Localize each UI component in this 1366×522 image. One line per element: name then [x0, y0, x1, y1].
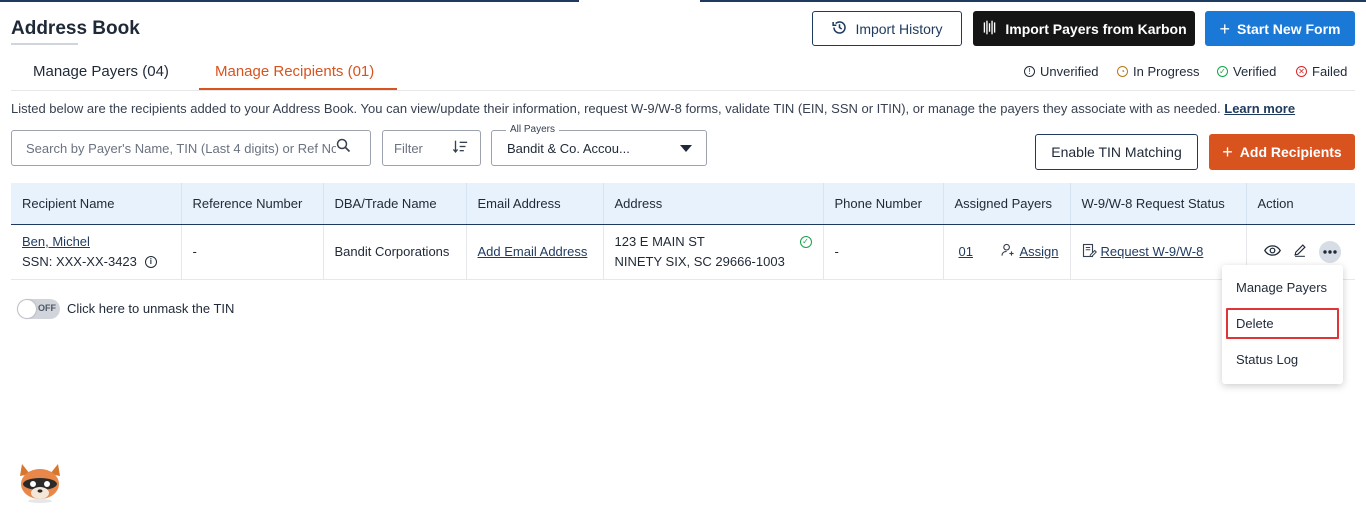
address-line1: 123 E MAIN ST [614, 234, 705, 249]
legend-verified-label: Verified [1233, 64, 1277, 79]
ssn-line: SSN: XXX-XX-3423 i [22, 254, 170, 269]
menu-item-delete[interactable]: Delete [1236, 316, 1274, 331]
check-circle-icon: ✓ [1217, 66, 1228, 77]
info-icon: ! [1024, 66, 1035, 77]
raccoon-mascot-icon[interactable] [16, 460, 64, 504]
enable-tin-matching-button[interactable]: Enable TIN Matching [1035, 134, 1198, 170]
action-dropdown-menu: Manage Payers Delete Status Log [1222, 265, 1343, 384]
history-icon [831, 19, 848, 39]
legend-in-progress: ◔ In Progress [1117, 64, 1199, 79]
info-text: Listed below are the recipients added to… [11, 101, 1221, 116]
user-plus-icon [1001, 243, 1015, 260]
recipient-name-cell: Ben, Michel SSN: XXX-XX-3423 i [11, 224, 182, 280]
toggle-state: OFF [38, 303, 56, 313]
request-w9-button[interactable]: Request W-9/W-8 [1082, 243, 1235, 261]
assign-label: Assign [1019, 244, 1059, 259]
legend-failed: ✕ Failed [1296, 64, 1347, 79]
payers-select-value: Bandit & Co. Accou... [507, 140, 630, 156]
caret-down-icon [680, 141, 692, 156]
sort-icon [452, 139, 469, 157]
info-icon[interactable]: i [144, 255, 157, 268]
filter-button[interactable]: Filter [382, 130, 481, 166]
karbon-logo-icon [981, 19, 998, 39]
payers-select-label: All Payers [506, 124, 560, 135]
tab-manage-recipients[interactable]: Manage Recipients (01) [215, 63, 374, 80]
add-recipients-label: Add Recipients [1239, 144, 1342, 160]
more-options-icon[interactable] [1318, 240, 1341, 263]
top-accent-line-right [700, 0, 1366, 2]
address-line2: NINETY SIX, SC 29666-1003 [614, 254, 785, 269]
search-icon[interactable] [336, 138, 351, 158]
add-email-link[interactable]: Add Email Address [478, 244, 588, 259]
table-header-row: Recipient Name Reference Number DBA/Trad… [11, 183, 1355, 225]
learn-more-link[interactable]: Learn more [1224, 101, 1295, 116]
add-recipients-button[interactable]: + Add Recipients [1209, 134, 1355, 170]
info-description: Listed below are the recipients added to… [11, 101, 1295, 116]
column-header: Email Address [466, 183, 604, 225]
address-cell: 123 E MAIN ST ✓ NINETY SIX, SC 29666-100… [603, 224, 824, 280]
assign-button[interactable]: Assign [1001, 243, 1059, 260]
start-new-form-label: Start New Form [1237, 20, 1341, 37]
ssn-text: SSN: XXX-XX-3423 [22, 254, 137, 269]
legend-in-progress-label: In Progress [1133, 64, 1200, 79]
import-history-label: Import History [855, 20, 943, 37]
recipient-name-link[interactable]: Ben, Michel [22, 234, 170, 249]
title-underline [11, 43, 78, 45]
phone-cell: - [823, 224, 944, 280]
dba-cell: Bandit Corporations [323, 224, 467, 280]
start-new-form-button[interactable]: + Start New Form [1205, 11, 1355, 46]
page-title: Address Book [11, 18, 140, 39]
assigned-payers-cell: 01 Assign [943, 224, 1071, 280]
table-row: Ben, Michel SSN: XXX-XX-3423 i - Bandit … [11, 224, 1355, 280]
clock-icon: ◔ [1117, 66, 1128, 77]
top-accent-line-left [0, 0, 579, 2]
reference-cell: - [181, 224, 324, 280]
legend-unverified-label: Unverified [1040, 64, 1099, 79]
column-header: Phone Number [823, 183, 944, 225]
column-header: W-9/W-8 Request Status [1070, 183, 1247, 225]
search-input[interactable] [26, 140, 336, 156]
legend-verified: ✓ Verified [1217, 64, 1276, 79]
filter-label: Filter [394, 140, 423, 156]
column-header: Assigned Payers [943, 183, 1071, 225]
toggle-knob [18, 300, 36, 318]
legend-unverified: ! Unverified [1024, 64, 1099, 79]
menu-item-manage-payers[interactable]: Manage Payers [1236, 280, 1327, 295]
column-header: DBA/Trade Name [323, 183, 467, 225]
column-header: Action [1246, 183, 1355, 225]
eye-icon[interactable] [1263, 244, 1281, 260]
email-cell: Add Email Address [466, 224, 604, 280]
column-header: Address [603, 183, 824, 225]
x-circle-icon: ✕ [1296, 66, 1307, 77]
import-history-button[interactable]: Import History [812, 11, 962, 46]
column-header: Reference Number [181, 183, 324, 225]
menu-item-status-log[interactable]: Status Log [1236, 352, 1298, 367]
unmask-tin-label: Click here to unmask the TIN [67, 301, 235, 316]
plus-icon: + [1219, 18, 1231, 39]
column-header: Recipient Name [11, 183, 182, 225]
plus-icon: + [1222, 142, 1233, 162]
recipients-table: Recipient Name Reference Number DBA/Trad… [11, 183, 1355, 280]
pencil-icon[interactable] [1293, 243, 1307, 260]
search-container [11, 130, 371, 166]
assigned-count-link[interactable]: 01 [959, 244, 973, 259]
request-w9-label: Request W-9/W-8 [1100, 244, 1204, 259]
legend-failed-label: Failed [1312, 64, 1348, 79]
import-karbon-label: Import Payers from Karbon [1005, 20, 1187, 37]
payers-select[interactable]: Bandit & Co. Accou... [491, 130, 707, 166]
document-edit-icon [1082, 243, 1097, 261]
tab-manage-payers[interactable]: Manage Payers (04) [33, 63, 169, 80]
verified-check-icon: ✓ [799, 235, 812, 248]
request-status-cell: Request W-9/W-8 [1070, 224, 1247, 280]
active-tab-indicator [199, 88, 397, 90]
unmask-tin-toggle[interactable]: OFF [17, 299, 60, 319]
import-karbon-button[interactable]: Import Payers from Karbon [973, 11, 1195, 46]
